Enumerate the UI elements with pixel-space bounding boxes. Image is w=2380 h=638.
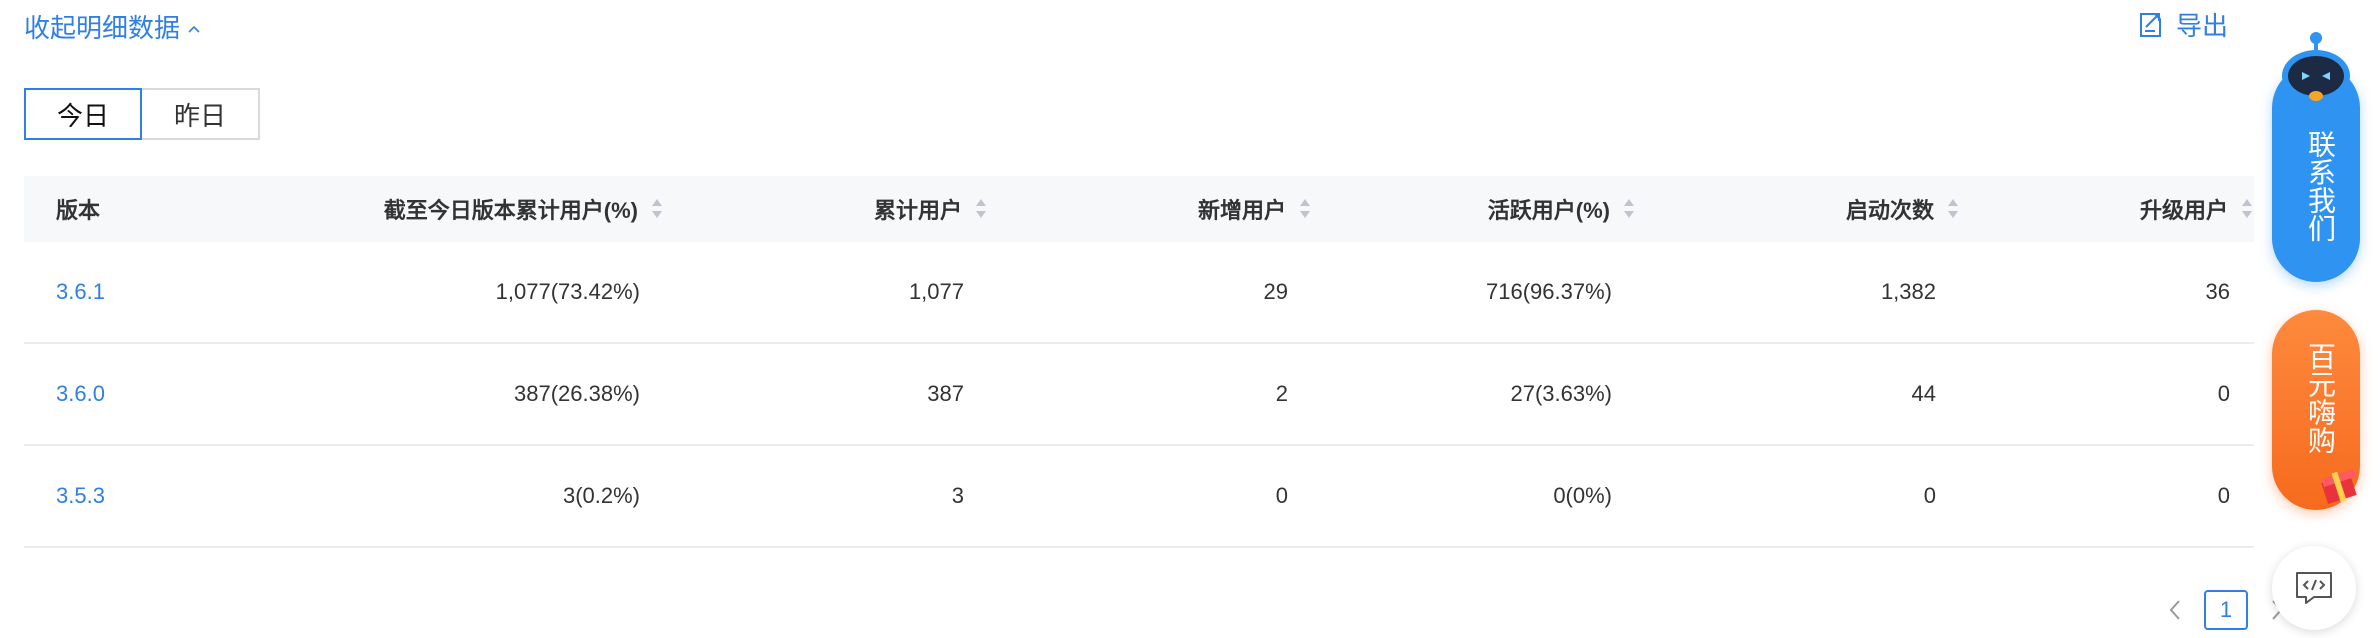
column-header-upgraded-users[interactable]: 升级用户 [1960, 193, 2254, 225]
developer-feedback-button[interactable] [2272, 546, 2356, 630]
chevron-left-icon[interactable] [2164, 595, 2186, 625]
sort-icon[interactable] [650, 197, 664, 221]
column-header-active-users[interactable]: 活跃用户(%) [1312, 193, 1636, 225]
collapse-details-label: 收起明细数据 [24, 13, 181, 43]
table-cell: 0(0%) [1553, 483, 1612, 508]
table-cell: 1,077 [908, 279, 964, 304]
table-cell: 0 [2217, 483, 2230, 508]
tab-today[interactable]: 今日 [24, 88, 142, 140]
export-label: 导出 [2176, 11, 2229, 41]
table-cell: 27(3.63%) [1510, 381, 1612, 406]
sort-icon[interactable] [2240, 197, 2254, 221]
table-cell: 716(96.37%) [1486, 279, 1612, 304]
date-tabs: 今日 昨日 [24, 88, 260, 140]
table-header: 版本 截至今日版本累计用户(%) 累计用户 新增用户 活跃用户(%) 启动次数 … [24, 176, 2254, 242]
table-cell: 0 [1923, 483, 1936, 508]
sort-icon[interactable] [1298, 197, 1312, 221]
table-cell: 1,077(73.42%) [495, 279, 640, 304]
export-button[interactable]: 导出 [2136, 6, 2228, 43]
sort-icon[interactable] [974, 197, 988, 221]
table-cell: 44 [1911, 381, 1936, 406]
column-header-new-users[interactable]: 新增用户 [988, 193, 1312, 225]
table-cell: 387 [927, 381, 964, 406]
table-row: 3.6.0 387(26.38%) 387 2 27(3.63%) 44 0 [24, 344, 2254, 446]
version-link[interactable]: 3.5.3 [56, 483, 105, 509]
version-data-table: 版本 截至今日版本累计用户(%) 累计用户 新增用户 活跃用户(%) 启动次数 … [24, 176, 2254, 548]
column-header-launches[interactable]: 启动次数 [1636, 193, 1960, 225]
table-row: 3.5.3 3(0.2%) 3 0 0(0%) 0 0 [24, 446, 2254, 548]
table-cell: 29 [1263, 279, 1288, 304]
table-cell: 0 [2217, 381, 2230, 406]
promo-label: 百元嗨购 [2305, 342, 2336, 454]
column-header-cumulative-pct[interactable]: 截至今日版本累计用户(%) [190, 193, 664, 225]
tab-yesterday[interactable]: 昨日 [142, 88, 260, 140]
table-cell: 387(26.38%) [514, 381, 640, 406]
robot-mascot-icon [2282, 32, 2350, 102]
table-cell: 3 [951, 483, 964, 508]
sort-icon[interactable] [1946, 197, 1960, 221]
code-chat-icon [2296, 572, 2332, 604]
version-link[interactable]: 3.6.0 [56, 381, 105, 407]
table-cell: 2 [1275, 381, 1288, 406]
gift-icon [2321, 468, 2357, 504]
column-header-cumulative-users[interactable]: 累计用户 [664, 193, 988, 225]
table-cell: 0 [1275, 483, 1288, 508]
table-cell: 36 [2205, 279, 2230, 304]
column-header-version: 版本 [56, 198, 101, 223]
version-link[interactable]: 3.6.1 [56, 279, 105, 305]
contact-us-label: 联系我们 [2305, 130, 2336, 242]
collapse-details-toggle[interactable]: 收起明细数据 [24, 8, 200, 45]
export-icon [2140, 12, 2161, 37]
table-cell: 1,382 [1880, 279, 1936, 304]
pagination: 1 [2164, 590, 2288, 630]
sort-icon[interactable] [1622, 197, 1636, 221]
page-button-current[interactable]: 1 [2204, 590, 2248, 630]
chevron-up-icon [188, 25, 200, 33]
table-row: 3.6.1 1,077(73.42%) 1,077 29 716(96.37%)… [24, 242, 2254, 344]
table-cell: 3(0.2%) [562, 483, 640, 508]
